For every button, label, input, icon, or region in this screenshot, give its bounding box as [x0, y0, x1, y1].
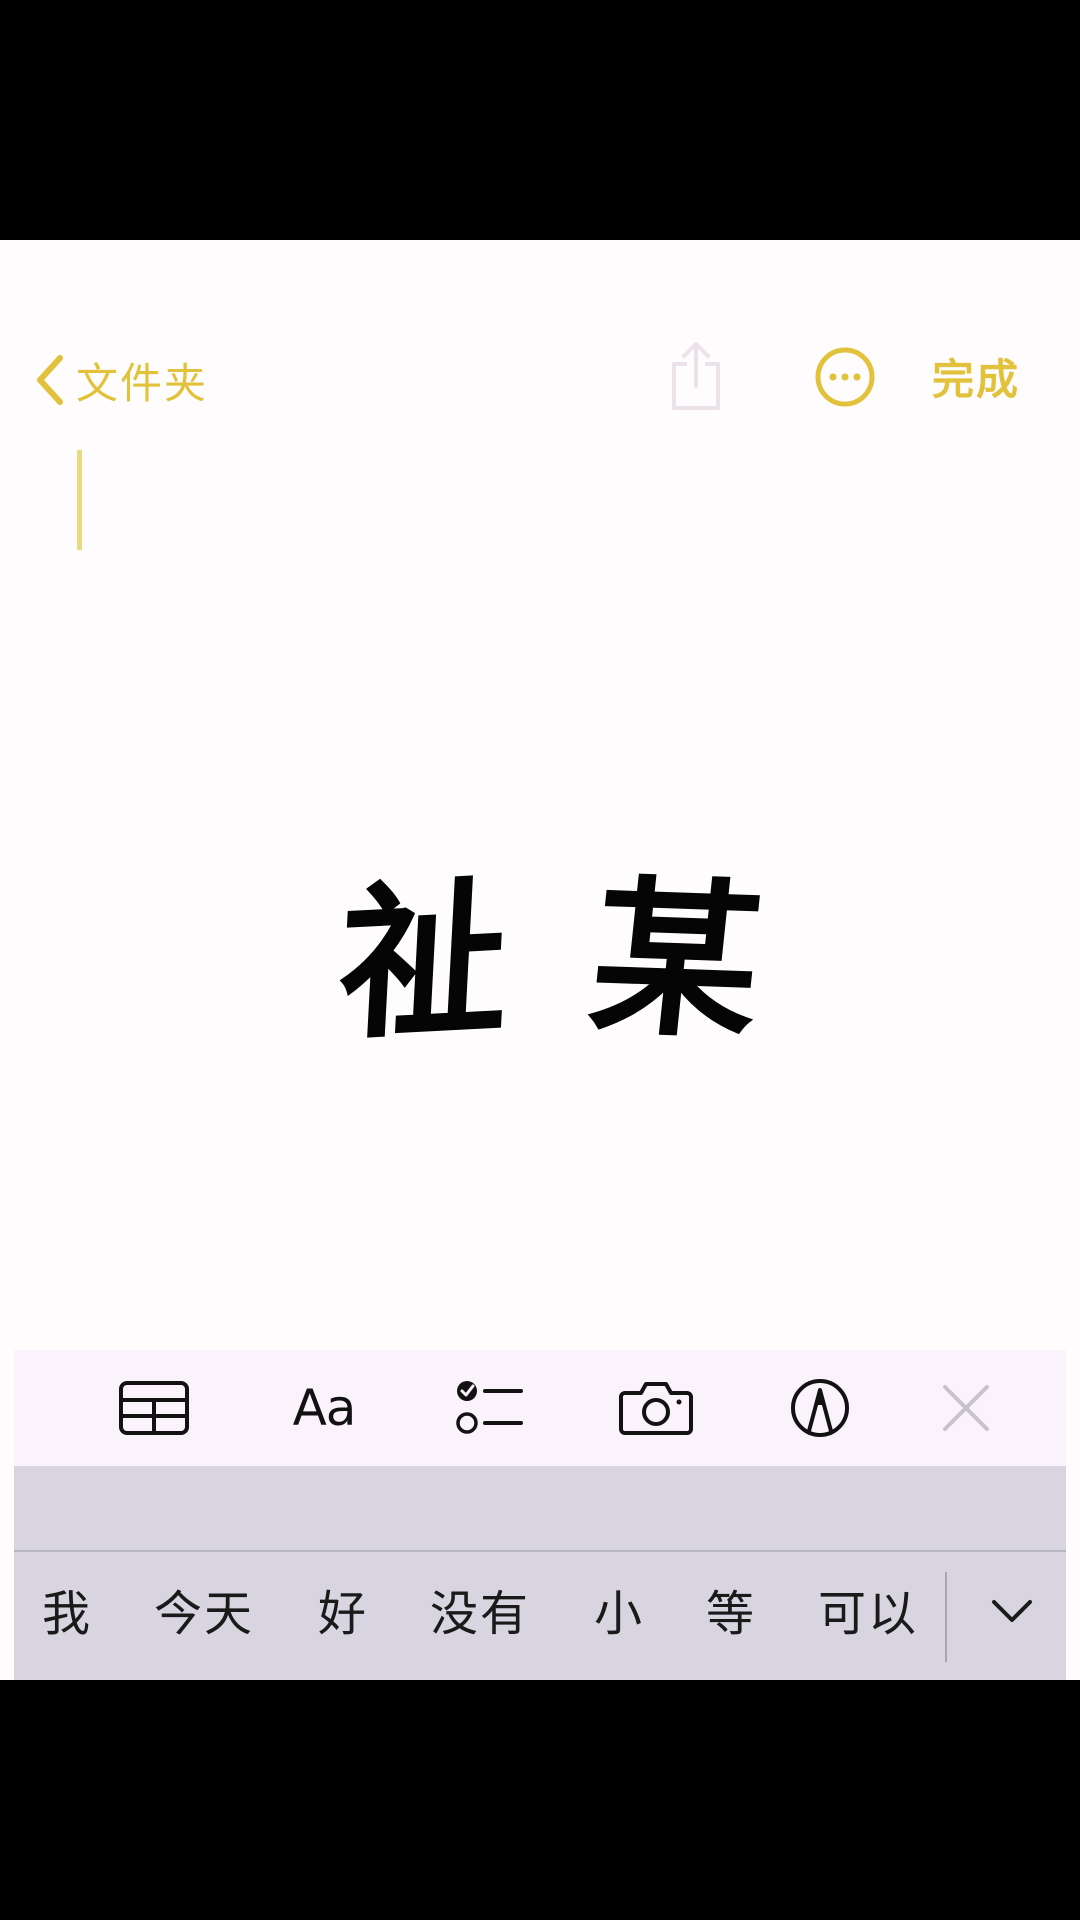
table-icon [119, 1381, 189, 1435]
candidate-item[interactable]: 等 [706, 1582, 756, 1646]
format-icon: Aa [292, 1379, 357, 1437]
camera-icon [619, 1382, 693, 1435]
candidate-item[interactable]: 没有 [430, 1582, 530, 1646]
expand-candidates-button[interactable] [982, 1586, 1042, 1636]
note-text: 祉 某 [334, 857, 770, 1064]
markup-icon [791, 1379, 849, 1437]
share-button[interactable] [668, 340, 724, 412]
chevron-down-icon [992, 1600, 1032, 1622]
more-button[interactable] [814, 346, 876, 408]
markup-button[interactable] [780, 1372, 860, 1444]
note-char-2: 某 [581, 858, 771, 1062]
back-button-label: 文件夹 [76, 358, 209, 408]
note-char-1: 祉 [334, 856, 514, 1064]
candidate-item[interactable]: 我 [42, 1582, 92, 1646]
notes-screen: 文件夹 完成 祉 某 Aa 我 今天 好 没有 小 等 可以 [0, 240, 1080, 1680]
camera-button[interactable] [616, 1372, 696, 1444]
navigation-bar: 文件夹 完成 [0, 340, 1080, 420]
chevron-left-icon [37, 355, 63, 405]
candidate-bar: 我 今天 好 没有 小 等 可以 [14, 1552, 1066, 1680]
candidate-item[interactable]: 今天 [154, 1582, 254, 1646]
candidate-separator [945, 1572, 947, 1662]
format-button[interactable]: Aa [284, 1372, 364, 1444]
close-toolbar-button[interactable] [926, 1372, 1006, 1444]
candidate-item[interactable]: 可以 [818, 1582, 918, 1646]
keyboard: 我 今天 好 没有 小 等 可以 [14, 1466, 1066, 1680]
back-button[interactable]: 文件夹 [34, 350, 208, 410]
checklist-button[interactable] [450, 1372, 530, 1444]
share-icon [672, 342, 720, 410]
editing-toolbar: Aa [14, 1350, 1066, 1466]
done-button[interactable]: 完成 [932, 350, 1020, 410]
close-icon [943, 1385, 989, 1431]
text-cursor [77, 450, 82, 550]
table-button[interactable] [114, 1372, 194, 1444]
candidate-item[interactable]: 好 [318, 1582, 368, 1646]
checklist-icon [456, 1381, 523, 1434]
candidate-item[interactable]: 小 [594, 1582, 644, 1646]
more-icon [815, 347, 875, 407]
